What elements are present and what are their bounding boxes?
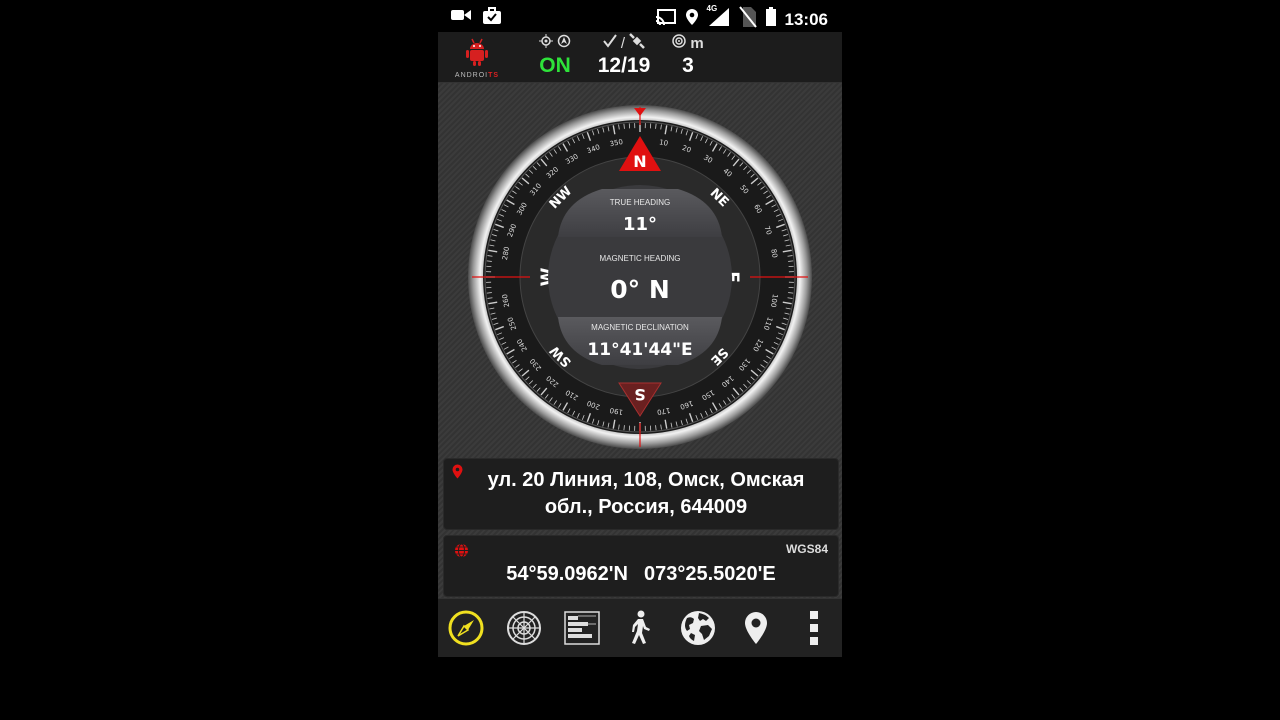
logo-text: ANDROITS [454, 72, 500, 79]
app-logo[interactable]: ANDROITS [450, 36, 504, 80]
android-robot-icon [466, 38, 488, 66]
cast-icon [655, 8, 677, 31]
cardinal-s: S [634, 385, 646, 404]
briefcase-check-icon [482, 7, 502, 30]
address-card[interactable]: ул. 20 Линия, 108, Омск, Омская обл., Ро… [443, 458, 839, 530]
magnetic-heading-value: 0° N [610, 275, 670, 304]
no-sim-icon [738, 6, 757, 33]
target-icon [672, 34, 687, 52]
bottom-nav [438, 598, 842, 657]
globe-grid-icon [454, 543, 469, 563]
degree-tick [486, 292, 492, 294]
status-bar: 4G 13:06 [438, 0, 842, 32]
phone-screen: 4G 13:06 ANDROITS ON / 12/19 m 3 10 20 3… [438, 0, 842, 657]
degree-tick-label: 80 [769, 248, 778, 258]
accuracy-unit: m [690, 34, 704, 52]
satellite-count-value: 12/19 [597, 54, 651, 77]
clock: 13:06 [784, 9, 828, 29]
nav-more[interactable] [793, 607, 835, 649]
longitude: 073°25.5020'E [643, 563, 776, 585]
latitude: 54°59.0962'N [506, 563, 628, 585]
degree-tick [788, 292, 794, 294]
nav-radar[interactable] [503, 607, 545, 649]
location-icon [685, 8, 699, 31]
walking-person-icon [632, 610, 650, 644]
video-camera-icon [450, 7, 472, 30]
address-text: ул. 20 Линия, 108, Омск, Омская обл., Ро… [464, 467, 828, 521]
datum-label: WGS84 [785, 542, 828, 556]
true-heading-label: TRUE HEADING [610, 198, 670, 207]
signal-bars-icon [564, 611, 600, 645]
nav-compass[interactable] [445, 607, 487, 649]
satellite-count: / 12/19 [588, 33, 660, 78]
globe-icon [681, 611, 715, 645]
magnetic-declination-value: 11°41'44"E [587, 340, 692, 360]
battery-icon [765, 7, 777, 32]
compass-dial[interactable]: 0102030405060708010011012013014015016017… [466, 103, 814, 451]
gps-status-value: ON [539, 54, 571, 77]
magnetic-heading-label: MAGNETIC HEADING [600, 254, 681, 263]
true-heading-value: 11° [623, 214, 657, 235]
gps-fix-icon [539, 34, 553, 52]
coordinates-card[interactable]: WGS84 54°59.0962'N 073°25.5020'E [443, 535, 839, 597]
more-vertical-icon [810, 611, 818, 645]
degree-tick [623, 425, 625, 431]
map-pin-icon [745, 612, 767, 644]
nav-globe[interactable] [677, 607, 719, 649]
radar-icon [507, 611, 541, 645]
degree-tick [486, 260, 492, 262]
gps-satellite-icon [557, 34, 571, 52]
check-icon [603, 34, 617, 52]
degree-tick [788, 260, 794, 262]
signal-4g-icon: 4G [707, 4, 731, 32]
accuracy: m 3 [666, 34, 710, 78]
app-header: ANDROITS ON / 12/19 m 3 [438, 32, 842, 83]
degree-tick [655, 425, 657, 431]
degree-tick-label: 10 [659, 138, 669, 147]
address-line-2: обл., Россия, 644009 [544, 496, 748, 518]
address-pin-icon [452, 464, 463, 484]
degree-tick [623, 123, 625, 129]
cardinal-n: N [633, 152, 646, 171]
accuracy-value: 3 [682, 54, 694, 77]
compass-screen: 0102030405060708010011012013014015016017… [438, 83, 842, 598]
address-line-1: ул. 20 Линия, 108, Омск, Омская [487, 469, 805, 491]
gps-status: ON [536, 34, 574, 78]
magnetic-declination-label: MAGNETIC DECLINATION [591, 323, 689, 332]
degree-tick [655, 123, 657, 129]
nav-walking[interactable] [619, 607, 661, 649]
satellite-icon [629, 33, 645, 53]
nav-map-pin[interactable] [735, 607, 777, 649]
compass-icon [448, 610, 484, 646]
coordinates-value: 54°59.0962'N 073°25.5020'E [444, 563, 838, 586]
nav-signal-bars[interactable] [561, 607, 603, 649]
